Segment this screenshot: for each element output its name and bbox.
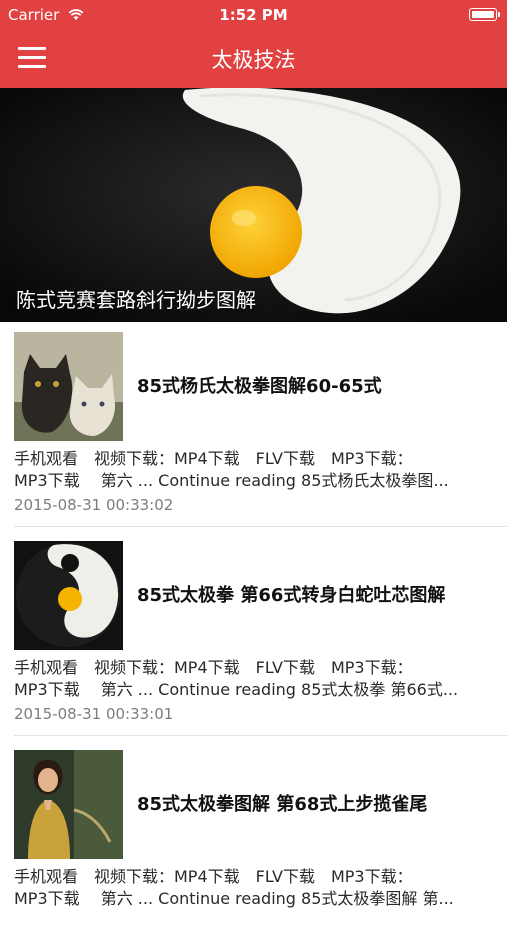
clock: 1:52 PM <box>219 6 288 24</box>
list-item[interactable]: 85式杨氏太极拳图解60-65式 手机观看 视频下载：MP4下载 FLV下载 M… <box>0 322 507 530</box>
article-thumbnail <box>14 332 123 441</box>
article-date: 2015-08-31 00:33:01 <box>14 705 174 723</box>
article-thumbnail <box>14 541 123 650</box>
article-title: 85式太极拳 第66式转身白蛇吐芯图解 <box>137 585 446 606</box>
list-item[interactable]: 85式太极拳图解 第68式上步揽雀尾 手机观看 视频下载：MP4下载 FLV下载… <box>0 740 507 948</box>
excerpt-line: 手机观看 视频下载：MP4下载 FLV下载 MP3下载： <box>14 658 413 677</box>
article-title: 85式杨氏太极拳图解60-65式 <box>137 376 382 397</box>
hero-title: 陈式竞赛套路斜行拗步图解 <box>16 288 256 312</box>
article-title: 85式太极拳图解 第68式上步揽雀尾 <box>137 794 428 815</box>
hero-banner[interactable]: 陈式竞赛套路斜行拗步图解 <box>0 88 507 322</box>
excerpt-line: MP3下载 第六 ... Continue reading 85式太极拳 第66… <box>14 680 459 699</box>
article-date: 2015-08-31 00:33:02 <box>14 496 174 514</box>
navigation-bar: 太极技法 <box>0 30 507 88</box>
divider <box>14 735 507 736</box>
list-item[interactable]: 85式太极拳 第66式转身白蛇吐芯图解 手机观看 视频下载：MP4下载 FLV下… <box>0 531 507 739</box>
article-excerpt: 手机观看 视频下载：MP4下载 FLV下载 MP3下载： MP3下载 第六 ..… <box>14 866 494 910</box>
top-bar: Carrier 1:52 PM 太极技法 <box>0 0 507 88</box>
excerpt-line: MP3下载 第六 ... Continue reading 85式杨氏太极拳图.… <box>14 471 449 490</box>
page-title: 太极技法 <box>211 48 296 72</box>
excerpt-line: 手机观看 视频下载：MP4下载 FLV下载 MP3下载： <box>14 449 413 468</box>
battery-icon <box>469 8 500 21</box>
excerpt-line: 手机观看 视频下载：MP4下载 FLV下载 MP3下载： <box>14 867 413 886</box>
article-excerpt: 手机观看 视频下载：MP4下载 FLV下载 MP3下载： MP3下载 第六 ..… <box>14 657 494 701</box>
status-bar: Carrier 1:52 PM <box>0 0 507 30</box>
article-thumbnail <box>14 750 123 859</box>
article-excerpt: 手机观看 视频下载：MP4下载 FLV下载 MP3下载： MP3下载 第六 ..… <box>14 448 494 492</box>
divider <box>14 526 507 527</box>
excerpt-line: MP3下载 第六 ... Continue reading 85式太极拳图解 第… <box>14 889 454 908</box>
